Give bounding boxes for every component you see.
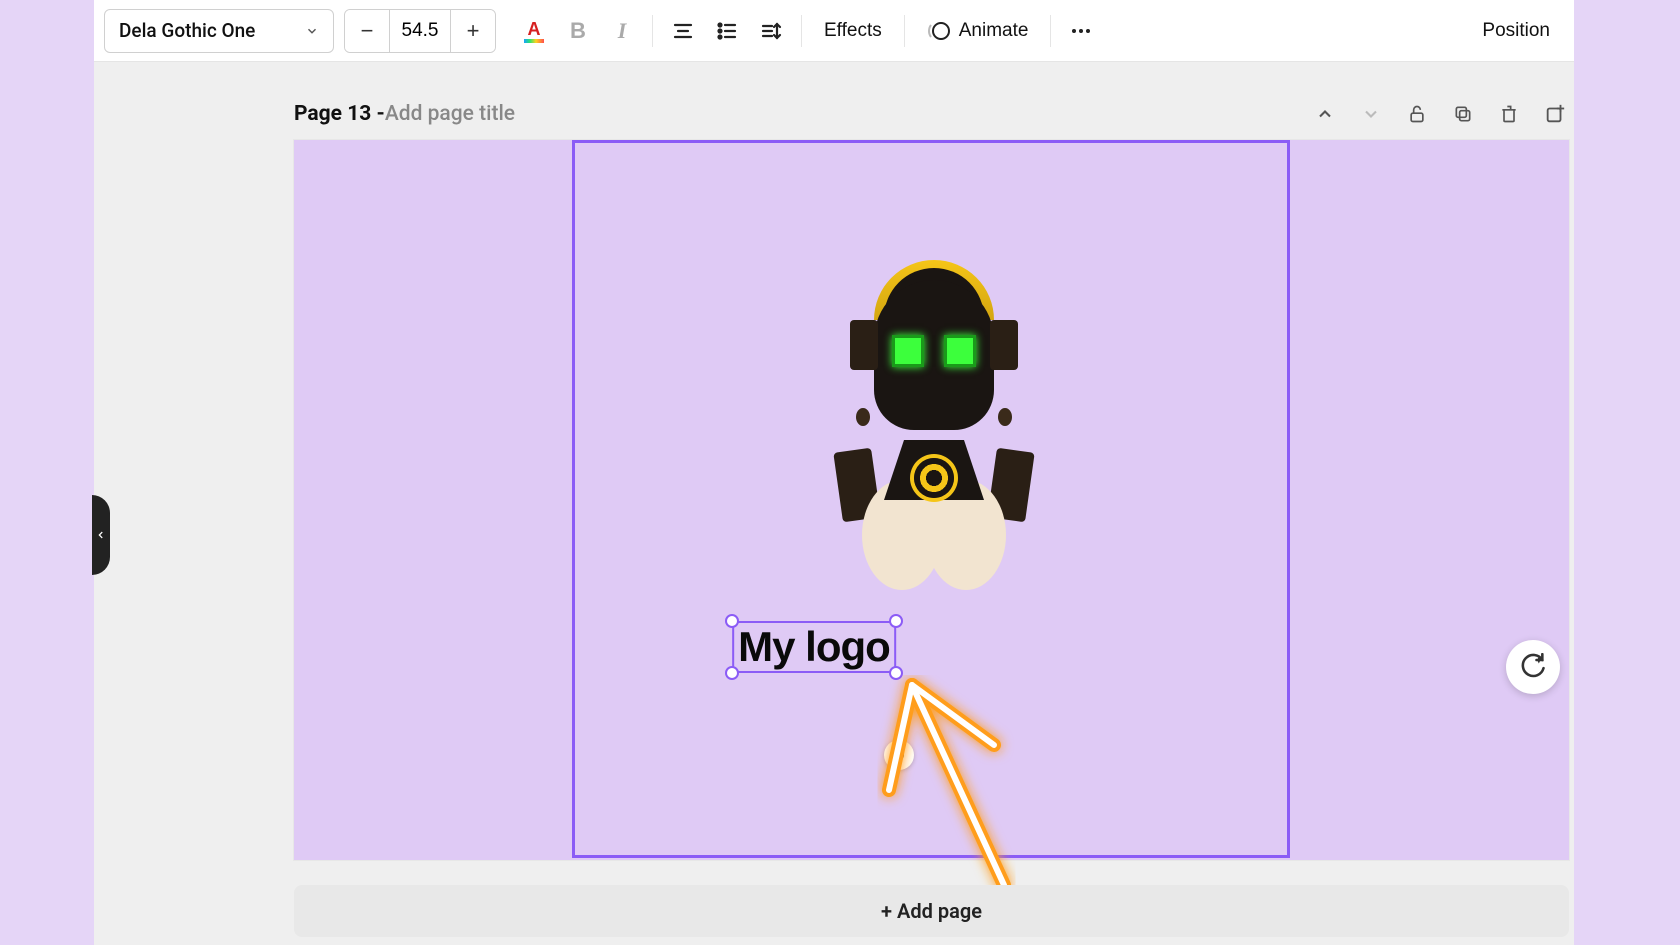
font-size-increase-button[interactable]: + xyxy=(451,10,495,52)
chevron-down-icon xyxy=(1361,104,1381,124)
font-family-label: Dela Gothic One xyxy=(119,19,255,42)
delete-page-button[interactable] xyxy=(1495,100,1523,128)
selection-handle[interactable] xyxy=(889,666,903,680)
list-button[interactable] xyxy=(705,9,749,53)
chevron-up-icon xyxy=(1315,104,1335,124)
sparkle-refresh-icon xyxy=(1519,653,1547,681)
duplicate-page-button[interactable] xyxy=(1449,100,1477,128)
toolbar-separator xyxy=(904,15,905,47)
spacing-button[interactable] xyxy=(749,9,793,53)
bold-button[interactable]: B xyxy=(556,9,600,53)
text-element-selected[interactable]: My logo xyxy=(732,621,896,673)
font-size-decrease-button[interactable]: − xyxy=(345,10,389,52)
spacing-icon xyxy=(759,19,783,43)
animate-label: Animate xyxy=(959,20,1029,42)
page-actions xyxy=(1311,100,1569,128)
text-color-icon: A xyxy=(521,18,547,44)
position-button[interactable]: Position xyxy=(1468,9,1564,53)
animate-button[interactable]: Animate xyxy=(913,9,1043,53)
unlock-icon xyxy=(1407,103,1427,125)
lock-page-button[interactable] xyxy=(1403,100,1431,128)
more-icon xyxy=(1069,19,1093,43)
toolbar-separator xyxy=(801,15,802,47)
chevron-left-icon xyxy=(96,528,106,542)
svg-text:A: A xyxy=(528,19,541,39)
align-icon xyxy=(671,19,695,43)
add-page-button[interactable] xyxy=(1541,100,1569,128)
font-size-input[interactable] xyxy=(389,10,451,52)
page-number-label: Page 13 - xyxy=(294,102,385,126)
chevron-down-icon xyxy=(305,24,319,38)
duplicate-icon xyxy=(1453,104,1473,124)
side-panel-collapse-tab[interactable] xyxy=(92,495,110,575)
toolbar-separator xyxy=(1050,15,1051,47)
italic-icon: I xyxy=(618,18,627,44)
design-canvas[interactable] xyxy=(294,140,1569,860)
toolbar-separator xyxy=(652,15,653,47)
more-options-button[interactable] xyxy=(1059,9,1103,53)
trash-icon xyxy=(1499,103,1519,125)
page-collapse-up-button[interactable] xyxy=(1311,100,1339,128)
page-header-row: Page 13 - Add page title xyxy=(294,100,1569,128)
robot-image[interactable] xyxy=(804,260,1064,600)
selection-handle[interactable] xyxy=(889,614,903,628)
rotate-handle[interactable]: ↻ xyxy=(884,740,914,770)
text-element-value[interactable]: My logo xyxy=(738,623,890,671)
add-page-icon xyxy=(1544,103,1566,125)
page-title-input[interactable]: Add page title xyxy=(385,102,515,126)
ai-assist-fab[interactable] xyxy=(1506,640,1560,694)
text-color-button[interactable]: A xyxy=(512,9,556,53)
bold-icon: B xyxy=(570,18,586,44)
font-family-select[interactable]: Dela Gothic One xyxy=(104,9,334,53)
alignment-button[interactable] xyxy=(661,9,705,53)
italic-button[interactable]: I xyxy=(600,9,644,53)
animate-icon xyxy=(927,19,951,43)
text-toolbar: Dela Gothic One − + A B I Effe xyxy=(94,0,1574,62)
page-collapse-down-button[interactable] xyxy=(1357,100,1385,128)
font-size-stepper: − + xyxy=(344,9,496,53)
add-page-bar[interactable]: + Add page xyxy=(294,885,1569,937)
effects-button[interactable]: Effects xyxy=(810,9,896,53)
list-icon xyxy=(715,19,739,43)
